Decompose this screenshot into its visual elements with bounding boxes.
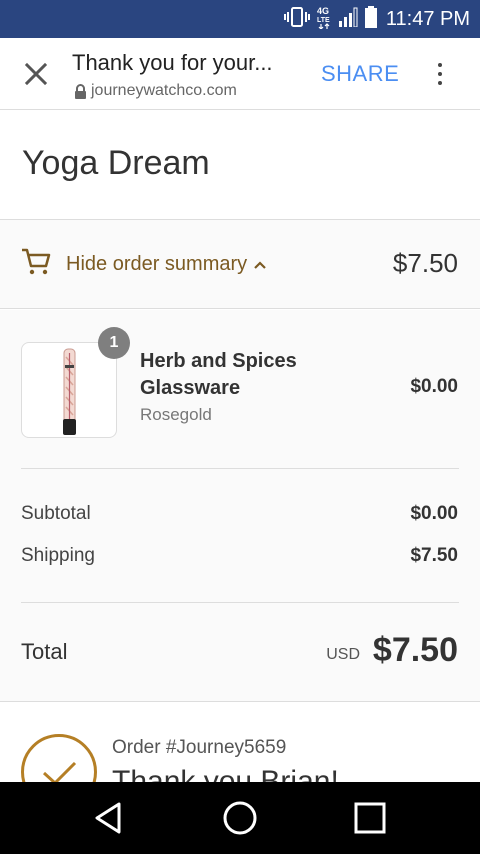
close-icon xyxy=(24,62,48,86)
product-thumbnail xyxy=(21,342,117,438)
lock-icon xyxy=(75,83,86,99)
total-label: Total xyxy=(21,639,68,664)
more-vert-dot xyxy=(438,72,442,76)
svg-text:4G: 4G xyxy=(317,6,329,16)
divider xyxy=(21,468,459,469)
order-summary: 1 Herb and Spices Glassware Rosegold $0.… xyxy=(0,310,480,702)
more-vert-dot xyxy=(438,81,442,85)
order-confirmation: Order #Journey5659 Thank you Brian! xyxy=(0,703,480,782)
status-bar: 4G LTE 11:47 PM xyxy=(0,0,480,38)
home-button[interactable] xyxy=(220,798,260,838)
more-options-button[interactable] xyxy=(428,58,452,90)
page-url: journeywatchco.com xyxy=(74,82,237,100)
url-text: journeywatchco.com xyxy=(91,82,237,99)
product-price: $0.00 xyxy=(410,376,458,397)
navigation-bar xyxy=(0,782,480,854)
total-currency: USD xyxy=(326,646,360,663)
divider xyxy=(21,602,459,603)
store-header: Yoga Dream xyxy=(0,111,480,220)
store-name[interactable]: Yoga Dream xyxy=(22,144,210,183)
svg-text:LTE: LTE xyxy=(317,17,330,24)
product-name: Herb and Spices Glassware xyxy=(140,350,297,399)
cart-icon xyxy=(20,246,52,283)
checkmark-icon xyxy=(42,761,77,782)
home-circle-icon xyxy=(223,801,257,835)
toggle-total: $7.50 xyxy=(392,248,458,278)
status-icons: 4G LTE 11:47 PM xyxy=(283,5,470,34)
recents-square-icon xyxy=(354,802,386,834)
subtotal-label: Subtotal xyxy=(21,503,91,524)
glass-pipe-image xyxy=(63,348,76,435)
signal-icon xyxy=(338,7,358,32)
product-variant: Rosegold xyxy=(140,405,212,424)
battery-icon xyxy=(364,5,378,33)
quantity-badge: 1 xyxy=(98,327,130,359)
toggle-label-text: Hide order summary xyxy=(66,253,248,275)
subtotal-value: $0.00 xyxy=(410,503,458,524)
toggle-label[interactable]: Hide order summary xyxy=(66,253,267,276)
thank-you-heading: Thank you Brian! xyxy=(112,765,339,782)
page-title: Thank you for your... xyxy=(72,50,273,75)
order-summary-toggle[interactable]: Hide order summary $7.50 xyxy=(0,220,480,309)
chevron-up-icon xyxy=(254,260,266,269)
share-button[interactable]: SHARE xyxy=(321,61,399,87)
total-value: $7.50 xyxy=(372,631,458,669)
back-button[interactable] xyxy=(88,798,128,838)
shipping-label: Shipping xyxy=(21,545,95,566)
more-vert-icon xyxy=(438,63,442,67)
status-clock: 11:47 PM xyxy=(385,7,470,30)
browser-toolbar: Thank you for your... journeywatchco.com… xyxy=(0,38,480,110)
check-circle-icon xyxy=(21,734,97,782)
back-triangle-icon xyxy=(95,802,121,834)
close-button[interactable] xyxy=(20,58,52,90)
shipping-value: $7.50 xyxy=(410,545,458,566)
vibrate-icon xyxy=(283,6,310,33)
order-number: Order #Journey5659 xyxy=(112,737,287,758)
network-lte-icon: 4G LTE xyxy=(316,5,332,34)
recents-button[interactable] xyxy=(350,798,390,838)
